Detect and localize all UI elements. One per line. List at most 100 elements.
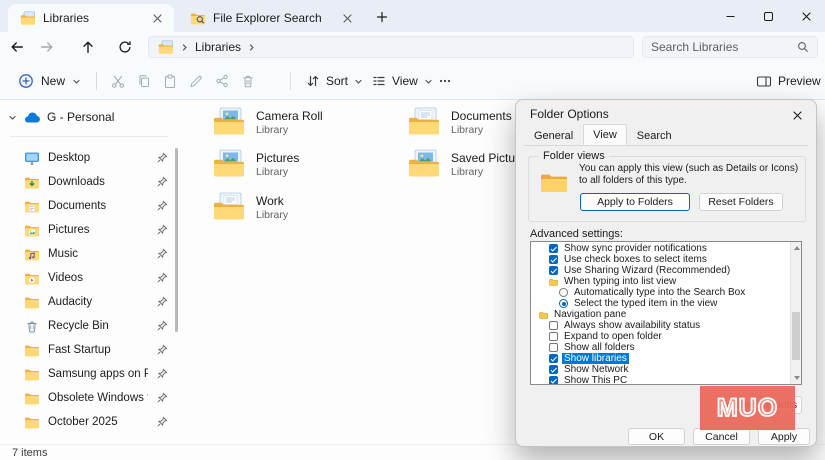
sidebar-item-label: Audacity xyxy=(48,296,93,308)
sidebar-item-recycle-bin[interactable]: Recycle Bin xyxy=(0,314,180,338)
folder-icon xyxy=(24,391,40,406)
address-bar[interactable]: Libraries xyxy=(148,36,634,58)
toolbar-delete-button[interactable] xyxy=(236,70,260,92)
maximize-button[interactable] xyxy=(749,0,787,32)
pin-icon xyxy=(156,344,168,356)
chevron-right-icon[interactable] xyxy=(180,43,189,52)
chevron-right-icon[interactable] xyxy=(247,43,256,52)
setting-show-all-folders[interactable]: Show all folders xyxy=(531,342,789,353)
tab-close-icon[interactable] xyxy=(149,10,166,27)
apply-button[interactable]: Apply xyxy=(758,428,810,445)
close-window-button[interactable] xyxy=(787,0,825,32)
ok-button[interactable]: OK xyxy=(628,428,685,445)
setting-label: Navigation pane xyxy=(554,309,627,320)
search-icon xyxy=(797,41,809,53)
tab-close-icon[interactable] xyxy=(339,10,356,27)
breadcrumb[interactable]: Libraries xyxy=(195,40,241,54)
toolbar-share-button[interactable] xyxy=(210,70,234,92)
search-box[interactable] xyxy=(642,36,818,58)
new-button[interactable]: New xyxy=(8,68,91,94)
setting-use-check-boxes-to-select-items[interactable]: Use check boxes to select items xyxy=(531,254,789,265)
cancel-button[interactable]: Cancel xyxy=(693,428,750,445)
sidebar-item-october-2025[interactable]: October 2025 xyxy=(0,410,180,434)
tab-file-explorer-search[interactable]: File Explorer Search xyxy=(178,4,364,32)
radio-icon[interactable] xyxy=(559,299,568,308)
search-input[interactable] xyxy=(651,40,797,54)
setting-select-the-typed-item-in-the-view[interactable]: Select the typed item in the view xyxy=(531,298,789,309)
toolbar-cut-button[interactable] xyxy=(106,70,130,92)
folder-icon xyxy=(24,343,40,358)
sidebar-item-downloads[interactable]: Downloads xyxy=(0,170,180,194)
pin-icon xyxy=(156,224,168,236)
dialog-tab-search[interactable]: Search xyxy=(627,126,682,145)
item-name: Camera Roll xyxy=(256,109,323,123)
window-controls xyxy=(711,0,825,32)
sidebar-item-fast-startup[interactable]: Fast Startup xyxy=(0,338,180,362)
scroll-down-icon[interactable] xyxy=(793,376,800,380)
scroll-up-icon[interactable] xyxy=(793,246,800,250)
sort-button[interactable]: Sort xyxy=(298,68,371,94)
setting-when-typing-into-list-view[interactable]: When typing into list view xyxy=(531,276,789,287)
sidebar-item-audacity[interactable]: Audacity xyxy=(0,290,180,314)
apply-to-folders-button[interactable]: Apply to Folders xyxy=(580,193,690,211)
radio-icon[interactable] xyxy=(559,288,568,297)
sidebar-item-documents[interactable]: Documents xyxy=(0,194,180,218)
scrollbar-thumb[interactable] xyxy=(792,312,800,360)
checkbox-icon[interactable] xyxy=(549,354,558,363)
checkbox-icon[interactable] xyxy=(549,365,558,374)
setting-automatically-type-into-the-search-box[interactable]: Automatically type into the Search Box xyxy=(531,287,789,298)
toolbar-rename-button[interactable] xyxy=(184,70,208,92)
nav-forward-button[interactable] xyxy=(34,34,60,60)
tab-libraries[interactable]: Libraries xyxy=(8,4,174,32)
sidebar-item-music[interactable]: Music xyxy=(0,242,180,266)
new-tab-button[interactable] xyxy=(372,7,391,26)
sidebar-item-onedrive[interactable]: G - Personal xyxy=(0,104,180,130)
dialog-close-button[interactable] xyxy=(788,106,806,124)
chevron-down-icon[interactable] xyxy=(8,113,17,122)
cut-icon xyxy=(111,74,125,88)
sidebar-item-videos[interactable]: Videos xyxy=(0,266,180,290)
dialog-tab-view[interactable]: View xyxy=(583,124,627,145)
sort-icon xyxy=(306,74,320,88)
minimize-button[interactable] xyxy=(711,0,749,32)
file-explorer-window: Libraries File Explorer Search Libraries … xyxy=(0,0,825,460)
nav-refresh-button[interactable] xyxy=(112,34,138,60)
setting-show-network[interactable]: Show Network xyxy=(531,364,789,375)
sidebar-item-obsolete-windows-tools[interactable]: Obsolete Windows tools xyxy=(0,386,180,410)
sidebar-item-label: Downloads xyxy=(48,176,105,188)
sidebar-item-samsung-apps-on-pc[interactable]: Samsung apps on PC xyxy=(0,362,180,386)
pin-icon xyxy=(156,296,168,308)
setting-use-sharing-wizard-recommended[interactable]: Use Sharing Wizard (Recommended) xyxy=(531,265,789,276)
sidebar-item-pictures[interactable]: Pictures xyxy=(0,218,180,242)
checkbox-icon[interactable] xyxy=(549,376,558,384)
checkbox-icon[interactable] xyxy=(549,244,558,253)
preview-button[interactable]: Preview xyxy=(748,68,825,94)
library-item-work[interactable]: Work Library xyxy=(212,192,397,224)
close-icon xyxy=(792,110,803,121)
more-options-button[interactable] xyxy=(430,68,460,94)
checkbox-icon[interactable] xyxy=(549,266,558,275)
nav-back-button[interactable] xyxy=(4,34,30,60)
setting-show-sync-provider-notifications[interactable]: Show sync provider notifications xyxy=(531,243,789,254)
toolbar-paste-button[interactable] xyxy=(158,70,182,92)
setting-show-libraries[interactable]: Show libraries xyxy=(531,353,789,364)
checkbox-icon[interactable] xyxy=(549,255,558,264)
sidebar-item-desktop[interactable]: Desktop xyxy=(0,146,180,170)
library-item-camera-roll[interactable]: Camera Roll Library xyxy=(212,107,397,139)
reset-folders-button[interactable]: Reset Folders xyxy=(699,193,783,211)
checkbox-icon[interactable] xyxy=(549,321,558,330)
setting-navigation-pane[interactable]: Navigation pane xyxy=(531,309,789,320)
toolbar-copy-button[interactable] xyxy=(132,70,156,92)
dialog-tab-general[interactable]: General xyxy=(524,126,583,145)
sidebar-scrollbar[interactable] xyxy=(175,148,178,332)
listbox-scrollbar[interactable] xyxy=(790,242,801,384)
setting-always-show-availability-status[interactable]: Always show availability status xyxy=(531,320,789,331)
setting-expand-to-open-folder[interactable]: Expand to open folder xyxy=(531,331,789,342)
tab-label: File Explorer Search xyxy=(213,11,322,25)
sidebar-item-label: Music xyxy=(48,248,79,260)
checkbox-icon[interactable] xyxy=(549,332,558,341)
nav-up-button[interactable] xyxy=(75,34,101,60)
checkbox-icon[interactable] xyxy=(549,343,558,352)
setting-show-this-pc[interactable]: Show This PC xyxy=(531,375,789,384)
library-item-pictures[interactable]: Pictures Library xyxy=(212,149,397,181)
